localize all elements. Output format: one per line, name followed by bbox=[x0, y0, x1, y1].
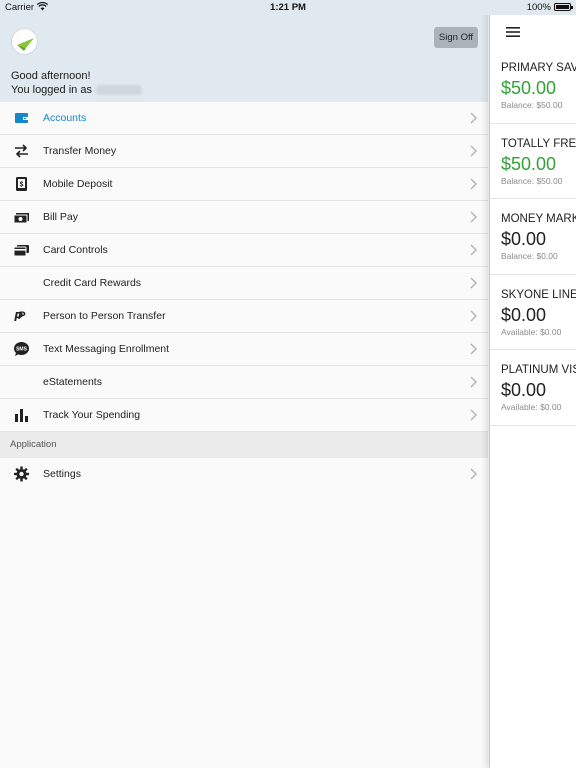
svg-text:SMS: SMS bbox=[16, 347, 28, 353]
bank-logo bbox=[11, 28, 38, 55]
username-redacted bbox=[95, 85, 142, 96]
menu-item-mobile-deposit[interactable]: $ Mobile Deposit bbox=[0, 168, 488, 201]
svg-text:P: P bbox=[18, 310, 26, 322]
chevron-right-icon bbox=[470, 211, 477, 223]
account-row[interactable]: MONEY MARK $0.00 Balance: $0.00 bbox=[490, 199, 576, 275]
account-name: TOTALLY FRE bbox=[501, 137, 576, 150]
account-available: Available: $0.00 bbox=[501, 402, 562, 412]
logged-in-label: You logged in as bbox=[11, 84, 92, 96]
account-name: PRIMARY SAV bbox=[501, 62, 576, 74]
menu-item-text-messaging[interactable]: SMS Text Messaging Enrollment bbox=[0, 333, 488, 366]
menu-item-label: Card Controls bbox=[43, 244, 108, 256]
menu-item-label: Text Messaging Enrollment bbox=[43, 343, 170, 355]
menu-item-label: Bill Pay bbox=[43, 211, 79, 223]
menu-item-label: eStatements bbox=[43, 376, 102, 388]
gear-icon bbox=[13, 466, 30, 482]
account-row[interactable]: PRIMARY SAV $50.00 Balance: $50.00 bbox=[490, 48, 576, 124]
greeting-text: Good afternoon! bbox=[11, 70, 91, 82]
chevron-right-icon bbox=[470, 468, 477, 480]
menu-item-label: Settings bbox=[43, 468, 81, 480]
hamburger-menu-icon[interactable] bbox=[506, 27, 520, 37]
svg-text:$: $ bbox=[20, 182, 24, 189]
bar-chart-icon bbox=[13, 407, 30, 423]
side-menu: Sign Off Good afternoon! You logged in a… bbox=[0, 0, 488, 768]
accounts-top-bar bbox=[490, 15, 576, 48]
section-header-application: Application bbox=[0, 432, 488, 458]
account-amount: $0.00 bbox=[501, 304, 547, 325]
account-amount: $0.00 bbox=[501, 380, 547, 400]
chevron-right-icon bbox=[470, 409, 477, 421]
menu-item-transfer-money[interactable]: Transfer Money bbox=[0, 135, 488, 168]
account-row[interactable]: SKYONE LINE $0.00 Available: $0.00 bbox=[490, 275, 576, 350]
menu-item-card-controls[interactable]: Card Controls bbox=[0, 234, 488, 267]
accounts-panel: PRIMARY SAV $50.00 Balance: $50.00 TOTAL… bbox=[489, 0, 576, 768]
chevron-right-icon bbox=[470, 277, 477, 289]
bill-pay-icon bbox=[13, 209, 30, 225]
menu-item-track-spending[interactable]: Track Your Spending bbox=[0, 399, 488, 432]
chevron-right-icon bbox=[470, 178, 477, 190]
sms-icon: SMS bbox=[13, 341, 30, 357]
chevron-right-icon bbox=[470, 376, 477, 388]
wallet-icon bbox=[13, 110, 30, 126]
account-amount: $0.00 bbox=[501, 229, 547, 249]
menu-item-label: Transfer Money bbox=[43, 145, 117, 157]
menu-item-credit-card-rewards[interactable]: Credit Card Rewards bbox=[0, 267, 488, 300]
account-amount: $50.00 bbox=[501, 153, 557, 174]
status-time: 1:21 PM bbox=[270, 2, 306, 13]
account-row[interactable]: TOTALLY FRE $50.00 Balance: $50.00 bbox=[490, 124, 576, 199]
chevron-right-icon bbox=[470, 145, 477, 157]
menu-item-label: Track Your Spending bbox=[43, 409, 141, 421]
status-bar: Carrier 1:21 PM 100% bbox=[0, 0, 576, 15]
account-balance: Balance: $0.00 bbox=[501, 251, 558, 261]
logged-in-line: You logged in as bbox=[11, 83, 142, 97]
battery-percent: 100% bbox=[526, 2, 551, 13]
menu-header: Sign Off Good afternoon! You logged in a… bbox=[0, 0, 488, 102]
account-name: MONEY MARK bbox=[501, 213, 576, 225]
battery-icon bbox=[554, 3, 573, 11]
mobile-deposit-icon: $ bbox=[13, 176, 30, 192]
chevron-right-icon bbox=[470, 244, 477, 256]
account-available: Available: $0.00 bbox=[501, 326, 562, 337]
account-balance: Balance: $50.00 bbox=[501, 100, 563, 110]
account-name: SKYONE LINE bbox=[501, 288, 576, 301]
paypal-icon: PP bbox=[13, 308, 30, 324]
chevron-right-icon bbox=[470, 343, 477, 355]
menu-item-bill-pay[interactable]: Bill Pay bbox=[0, 201, 488, 234]
menu-item-label: Credit Card Rewards bbox=[43, 277, 142, 289]
menu-item-person-to-person[interactable]: PP Person to Person Transfer bbox=[0, 300, 488, 333]
accounts-list: PRIMARY SAV $50.00 Balance: $50.00 TOTAL… bbox=[490, 48, 576, 426]
menu-item-label: Accounts bbox=[43, 112, 87, 124]
transfer-arrows-icon bbox=[13, 143, 30, 159]
menu-item-accounts[interactable]: Accounts bbox=[0, 102, 488, 135]
chevron-right-icon bbox=[470, 310, 477, 322]
chevron-right-icon bbox=[470, 112, 477, 124]
card-icon bbox=[13, 242, 30, 258]
menu-item-settings[interactable]: Settings bbox=[0, 458, 488, 492]
menu-item-label: Mobile Deposit bbox=[43, 178, 113, 190]
account-name: PLATINUM VIS bbox=[501, 364, 576, 376]
account-amount: $50.00 bbox=[501, 78, 557, 98]
menu-item-estatements[interactable]: eStatements bbox=[0, 366, 488, 399]
greeting-block: Good afternoon! You logged in as bbox=[11, 69, 142, 97]
account-row[interactable]: PLATINUM VIS $0.00 Available: $0.00 bbox=[490, 350, 576, 426]
account-balance: Balance: $50.00 bbox=[501, 175, 563, 186]
sign-off-button[interactable]: Sign Off bbox=[434, 27, 478, 48]
menu-item-label: Person to Person Transfer bbox=[43, 310, 166, 322]
menu-list: Accounts Transfer Money $ Mobile Deposit… bbox=[0, 102, 488, 492]
